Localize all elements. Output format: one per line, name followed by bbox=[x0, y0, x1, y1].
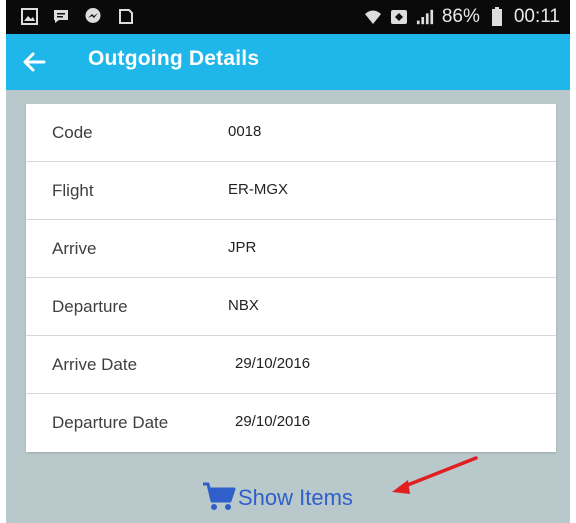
messenger-icon bbox=[84, 7, 102, 25]
detail-label: Departure Date bbox=[52, 413, 169, 432]
detail-label: Arrive Date bbox=[52, 355, 138, 374]
detail-row-flight: Flight ER-MGX bbox=[26, 162, 556, 220]
detail-value: 0018 bbox=[228, 123, 262, 140]
detail-row-arrive: Arrive JPR bbox=[26, 220, 556, 278]
detail-value: 29/10/2016 bbox=[235, 355, 311, 372]
detail-label: Departure bbox=[52, 297, 128, 316]
detail-row-departure-date: Departure Date 29/10/2016 bbox=[26, 394, 556, 452]
app-bar: Outgoing Details bbox=[6, 34, 570, 90]
detail-value: ER-MGX bbox=[228, 181, 288, 198]
clock: 00:11 bbox=[513, 6, 560, 27]
detail-value: 29/10/2016 bbox=[235, 413, 311, 430]
cart-icon bbox=[202, 481, 236, 516]
battery-percent: 86% bbox=[441, 6, 480, 27]
notification-icon bbox=[116, 7, 134, 25]
phone-screen: 86% 00:11 Outgoing Details Code 0018 Fli… bbox=[6, 0, 570, 523]
detail-row-code: Code 0018 bbox=[26, 104, 556, 162]
detail-label: Arrive bbox=[52, 239, 97, 258]
detail-row-departure: Departure NBX bbox=[26, 278, 556, 336]
detail-label: Flight bbox=[52, 181, 94, 200]
details-card: Code 0018 Flight ER-MGX Arrive JPR Depar… bbox=[26, 104, 556, 452]
detail-value: NBX bbox=[228, 297, 259, 314]
back-arrow-icon[interactable] bbox=[20, 48, 48, 76]
chat-icon bbox=[52, 7, 70, 25]
show-items-label: Show Items bbox=[238, 485, 353, 510]
annotation-arrow bbox=[392, 456, 478, 494]
battery-icon bbox=[488, 7, 506, 26]
show-items-button[interactable]: Show Items bbox=[202, 482, 353, 514]
gallery-icon bbox=[20, 7, 38, 25]
wifi-icon bbox=[364, 8, 382, 26]
detail-row-arrive-date: Arrive Date 29/10/2016 bbox=[26, 336, 556, 394]
data-saver-icon bbox=[390, 8, 408, 26]
detail-label: Code bbox=[52, 123, 93, 142]
signal-icon bbox=[416, 8, 434, 26]
status-bar: 86% 00:11 bbox=[6, 0, 570, 34]
page-title: Outgoing Details bbox=[88, 47, 260, 70]
detail-value: JPR bbox=[228, 239, 257, 256]
